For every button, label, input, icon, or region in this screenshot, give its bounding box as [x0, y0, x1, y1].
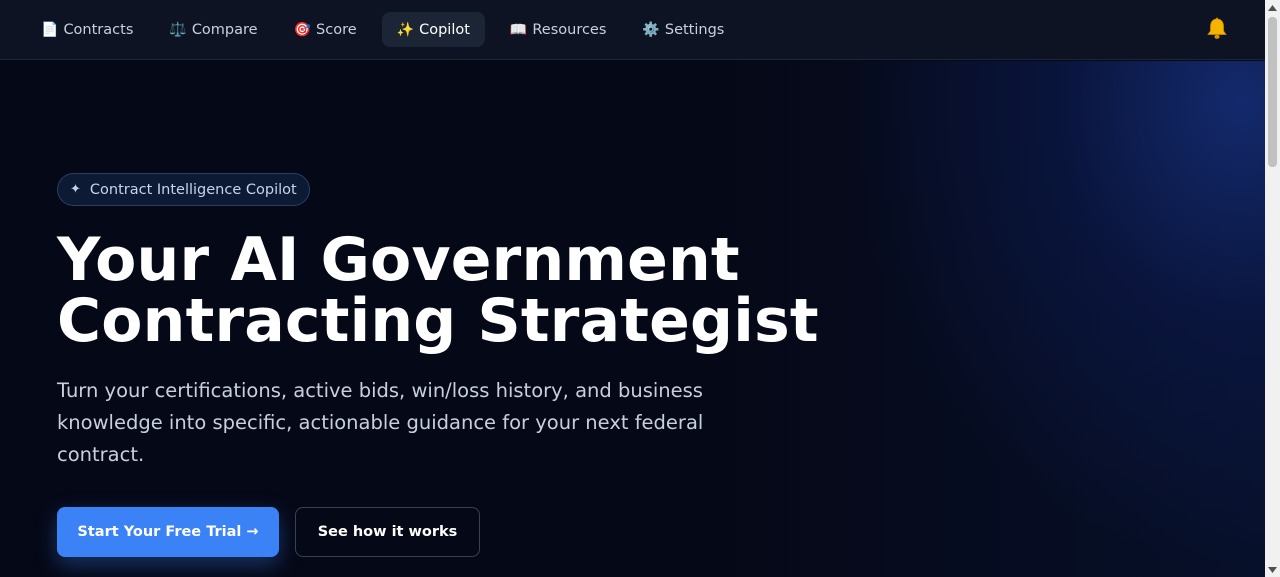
sparkle-icon: ✦ [70, 182, 81, 197]
nav-item-label: Resources [532, 21, 607, 38]
hero-subtitle: Turn your certifications, active bids, w… [57, 379, 704, 466]
hero-headline: Your AI Government Contracting Strategis… [57, 230, 819, 352]
nav-items: 📄 Contracts ⚖️ Compare 🎯 Score ✨ Copilot… [30, 12, 749, 47]
triangle-up-icon [1268, 4, 1277, 11]
bell-icon-graphic [1207, 17, 1227, 39]
headline-line-2: Contracting Strategist [57, 286, 819, 356]
document-icon: 📄 [41, 21, 59, 38]
sparkles-icon: ✨ [396, 21, 415, 38]
nav-item-contracts[interactable]: 📄 Contracts [30, 12, 144, 47]
triangle-down-icon [1268, 566, 1277, 573]
nav-item-label: Contracts [63, 21, 134, 38]
top-navigation-bar: 📄 Contracts ⚖️ Compare 🎯 Score ✨ Copilot… [0, 0, 1265, 60]
book-icon: 📖 [509, 21, 528, 38]
nav-item-resources[interactable]: 📖 Resources [499, 12, 618, 47]
page: 📄 Contracts ⚖️ Compare 🎯 Score ✨ Copilot… [0, 0, 1280, 577]
vertical-scrollbar[interactable] [1265, 0, 1280, 577]
scroll-down-arrow-icon[interactable] [1265, 562, 1280, 577]
bell-icon[interactable] [1206, 17, 1228, 41]
scroll-up-arrow-icon[interactable] [1265, 0, 1280, 15]
nav-item-label: Compare [191, 21, 258, 38]
nav-item-settings[interactable]: ⚙️ Settings [631, 12, 735, 47]
scrollbar-thumb[interactable] [1268, 17, 1277, 167]
nav-item-compare[interactable]: ⚖️ Compare [158, 12, 268, 47]
gear-icon: ⚙️ [642, 21, 660, 38]
start-free-trial-button[interactable]: Start Your Free Trial → [57, 507, 279, 557]
badge-label: Contract Intelligence Copilot [89, 181, 297, 198]
nav-item-label: Score [316, 21, 357, 38]
nav-item-label: Copilot [419, 21, 470, 38]
see-how-it-works-button[interactable]: See how it works [295, 507, 480, 557]
nav-item-label: Settings [664, 21, 725, 38]
scales-icon: ⚖️ [169, 21, 187, 38]
nav-item-score[interactable]: 🎯 Score [283, 12, 368, 47]
target-icon: 🎯 [293, 21, 312, 38]
hero-section: ✦ Contract Intelligence Copilot Your AI … [0, 61, 1265, 577]
headline-line-1: Your AI Government [57, 225, 740, 295]
nav-item-copilot[interactable]: ✨ Copilot [381, 12, 485, 47]
product-badge: ✦ Contract Intelligence Copilot [57, 173, 310, 206]
